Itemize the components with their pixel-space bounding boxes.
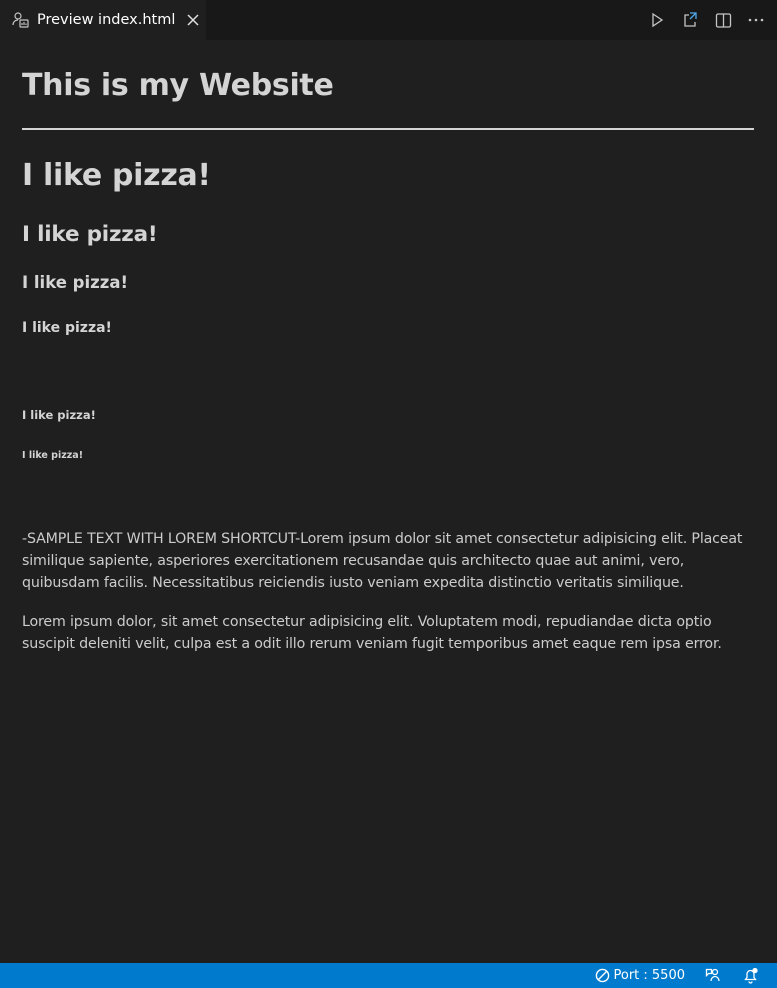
status-bar: Port : 5500	[0, 963, 777, 988]
port-label: Port : 5500	[613, 968, 686, 983]
site-title: This is my Website	[22, 68, 334, 103]
heading-2: I like pizza!	[22, 222, 158, 247]
heading-1: I like pizza!	[22, 158, 211, 193]
horizontal-rule	[22, 128, 754, 130]
heading-6: I like pizza!	[22, 450, 84, 461]
paragraph-2: Lorem ipsum dolor, sit amet consectetur …	[22, 614, 722, 652]
editor-tab-bar: Preview index.html	[0, 0, 777, 40]
tab-preview-index[interactable]: Preview index.html	[0, 0, 206, 40]
notifications-icon[interactable]	[742, 967, 759, 984]
split-editor-icon[interactable]	[714, 11, 732, 29]
open-in-browser-icon[interactable]	[681, 11, 699, 29]
paragraph-1: -SAMPLE TEXT WITH LOREM SHORTCUT-Lorem i…	[22, 531, 743, 591]
preview-icon	[12, 11, 30, 29]
editor-actions	[648, 0, 765, 40]
close-icon[interactable]	[185, 12, 201, 28]
heading-3: I like pizza!	[22, 273, 128, 292]
port-status[interactable]: Port : 5500	[595, 963, 686, 988]
heading-4: I like pizza!	[22, 320, 112, 336]
tab-label: Preview index.html	[37, 12, 176, 28]
port-disabled-icon	[595, 968, 610, 983]
feedback-icon[interactable]	[705, 967, 722, 984]
more-actions-icon[interactable]	[747, 11, 765, 29]
heading-5: I like pizza!	[22, 408, 96, 422]
run-icon[interactable]	[648, 11, 666, 29]
